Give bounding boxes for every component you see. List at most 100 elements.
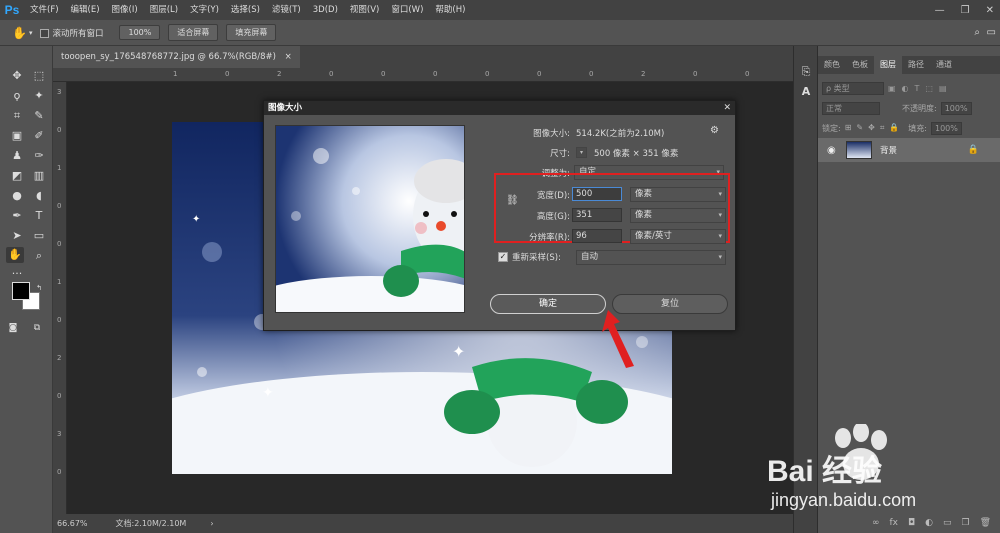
new-group-icon[interactable]: ▭: [943, 518, 952, 528]
dimensions-chevron-icon[interactable]: ▾: [576, 147, 587, 158]
resolution-label: 分辨率(R):: [529, 233, 570, 243]
tab-color[interactable]: 颜色: [818, 56, 846, 74]
hand-tool-icon[interactable]: ✋: [12, 26, 27, 40]
menu-type[interactable]: 文字(Y): [184, 0, 225, 20]
chevron-down-icon[interactable]: ▾: [29, 29, 33, 37]
tab-channels[interactable]: 通道: [930, 56, 958, 74]
foreground-color-swatch[interactable]: [12, 282, 30, 300]
gradient-tool-icon[interactable]: ▥: [30, 168, 48, 184]
ruler-tick-label: 0: [57, 392, 62, 400]
menu-3d[interactable]: 3D(D): [307, 0, 344, 20]
menu-image[interactable]: 图像(I): [106, 0, 144, 20]
pen-tool-icon[interactable]: ✒: [8, 208, 26, 224]
eyedropper-icon[interactable]: ✎: [30, 108, 48, 124]
magic-wand-icon[interactable]: ✦: [30, 88, 48, 104]
hand-tool-icon[interactable]: ✋: [6, 247, 24, 263]
more-tools-icon[interactable]: ···: [8, 266, 26, 282]
chevron-down-icon: ▾: [718, 211, 722, 219]
resample-select[interactable]: 自动 ▾: [576, 250, 726, 265]
fill-input[interactable]: 100%: [930, 121, 962, 135]
baidu-brand: Bai 经验: [767, 455, 883, 488]
dimensions-value: 500 像素 × 351 像素: [594, 149, 679, 159]
dialog-preview[interactable]: [275, 125, 465, 313]
layer-kind-filter[interactable]: ρ 类型: [822, 81, 884, 95]
workspace-icon[interactable]: ▭: [987, 27, 996, 38]
menu-layer[interactable]: 图层(L): [144, 0, 184, 20]
type-tool-icon[interactable]: T: [30, 208, 48, 224]
ruler-tick-label: 0: [57, 202, 62, 210]
menu-select[interactable]: 选择(S): [225, 0, 266, 20]
close-icon[interactable]: ✕: [986, 5, 994, 16]
document-tab[interactable]: tooopen_sy_176548768772.jpg @ 66.7%(RGB/…: [53, 46, 300, 68]
marquee-tool-icon[interactable]: ⬚: [30, 68, 48, 84]
healing-brush-icon[interactable]: ▣: [8, 128, 26, 144]
fit-screen-button[interactable]: 适合屏幕: [168, 24, 219, 41]
restore-icon[interactable]: ❐: [961, 5, 970, 16]
baidu-watermark: Bai 经验 jingyan.baidu.com: [765, 424, 995, 519]
eraser-tool-icon[interactable]: ◩: [8, 168, 26, 184]
layer-style-icon[interactable]: fx: [889, 518, 898, 528]
character-panel-icon[interactable]: A: [797, 84, 815, 100]
menu-file[interactable]: 文件(F): [24, 0, 65, 20]
dialog-title: 图像大小: [264, 101, 735, 115]
menu-window[interactable]: 窗口(W): [385, 0, 429, 20]
screen-mode-icon[interactable]: ⧉: [28, 320, 46, 336]
width-label: 宽度(D):: [536, 191, 570, 201]
status-more-icon[interactable]: ›: [210, 519, 213, 528]
history-panel-icon[interactable]: ⎘: [797, 64, 815, 80]
brush-tool-icon[interactable]: ✐: [30, 128, 48, 144]
swap-colors-icon[interactable]: ↰: [30, 280, 48, 296]
lock-icons[interactable]: ⊞✎✥⌗🔒: [845, 123, 905, 133]
ok-button[interactable]: 确定: [490, 294, 606, 314]
ruler-tick-label: 0: [485, 70, 490, 78]
height-input[interactable]: 351: [572, 208, 622, 222]
blur-tool-icon[interactable]: ●: [8, 188, 26, 204]
dodge-tool-icon[interactable]: ◖: [30, 188, 48, 204]
menu-edit[interactable]: 编辑(E): [65, 0, 106, 20]
resample-checkbox[interactable]: ✓: [498, 252, 508, 262]
resolution-input[interactable]: 96: [572, 229, 622, 243]
dialog-close-icon[interactable]: ✕: [723, 102, 731, 114]
menu-bar: Ps 文件(F) 编辑(E) 图像(I) 图层(L) 文字(Y) 选择(S) 滤…: [0, 0, 1000, 20]
move-tool-icon[interactable]: ✥: [8, 68, 26, 84]
tab-layers[interactable]: 图层: [874, 56, 902, 74]
zoom-100-button[interactable]: 100%: [119, 25, 161, 40]
width-input[interactable]: 500: [572, 187, 622, 201]
zoom-level[interactable]: 66.67%: [57, 519, 88, 528]
opacity-input[interactable]: 100%: [940, 101, 972, 115]
tab-paths[interactable]: 路径: [902, 56, 930, 74]
width-unit-select[interactable]: 像素 ▾: [630, 187, 726, 202]
menu-view[interactable]: 视图(V): [344, 0, 385, 20]
minimize-icon[interactable]: —: [935, 5, 945, 16]
scroll-all-checkbox[interactable]: [40, 28, 50, 38]
menu-help[interactable]: 帮助(H): [429, 0, 471, 20]
layer-mask-icon[interactable]: ◘: [908, 518, 915, 528]
tab-swatches[interactable]: 色板: [846, 56, 874, 74]
lasso-tool-icon[interactable]: ϙ: [8, 88, 26, 104]
resolution-unit-select[interactable]: 像素/英寸 ▾: [630, 229, 726, 244]
rectangle-tool-icon[interactable]: ▭: [30, 228, 48, 244]
clone-stamp-icon[interactable]: ♟: [8, 148, 26, 164]
crop-tool-icon[interactable]: ⌗: [8, 108, 26, 124]
link-layers-icon[interactable]: ∞: [872, 518, 880, 528]
quick-mask-icon[interactable]: ◙: [4, 320, 22, 336]
adjustment-layer-icon[interactable]: ◐: [925, 518, 933, 528]
layer-row-background[interactable]: ◉ 背景 🔒: [818, 138, 1000, 162]
fill-screen-button[interactable]: 填充屏幕: [226, 24, 277, 41]
path-selection-icon[interactable]: ➤: [8, 228, 26, 244]
blend-mode-select[interactable]: 正常: [822, 101, 880, 115]
new-layer-icon[interactable]: ❐: [961, 518, 969, 528]
filter-icons[interactable]: ▣◐T⬚▤: [888, 84, 953, 93]
delete-layer-icon[interactable]: 🗑: [980, 518, 991, 528]
history-brush-icon[interactable]: ✑: [30, 148, 48, 164]
zoom-tool-icon[interactable]: ⌕: [30, 248, 48, 264]
search-icon[interactable]: ⌕: [974, 27, 980, 38]
dimensions-label: 尺寸:: [550, 149, 570, 159]
settings-gear-icon[interactable]: ⚙: [710, 125, 719, 136]
close-tab-icon[interactable]: ×: [285, 52, 292, 62]
menu-filter[interactable]: 滤镜(T): [266, 0, 307, 20]
visibility-eye-icon[interactable]: ◉: [827, 145, 836, 156]
ruler-tick-label: 0: [57, 316, 62, 324]
scroll-all-option[interactable]: 滚动所有窗口: [40, 27, 103, 39]
height-unit-select[interactable]: 像素 ▾: [630, 208, 726, 223]
